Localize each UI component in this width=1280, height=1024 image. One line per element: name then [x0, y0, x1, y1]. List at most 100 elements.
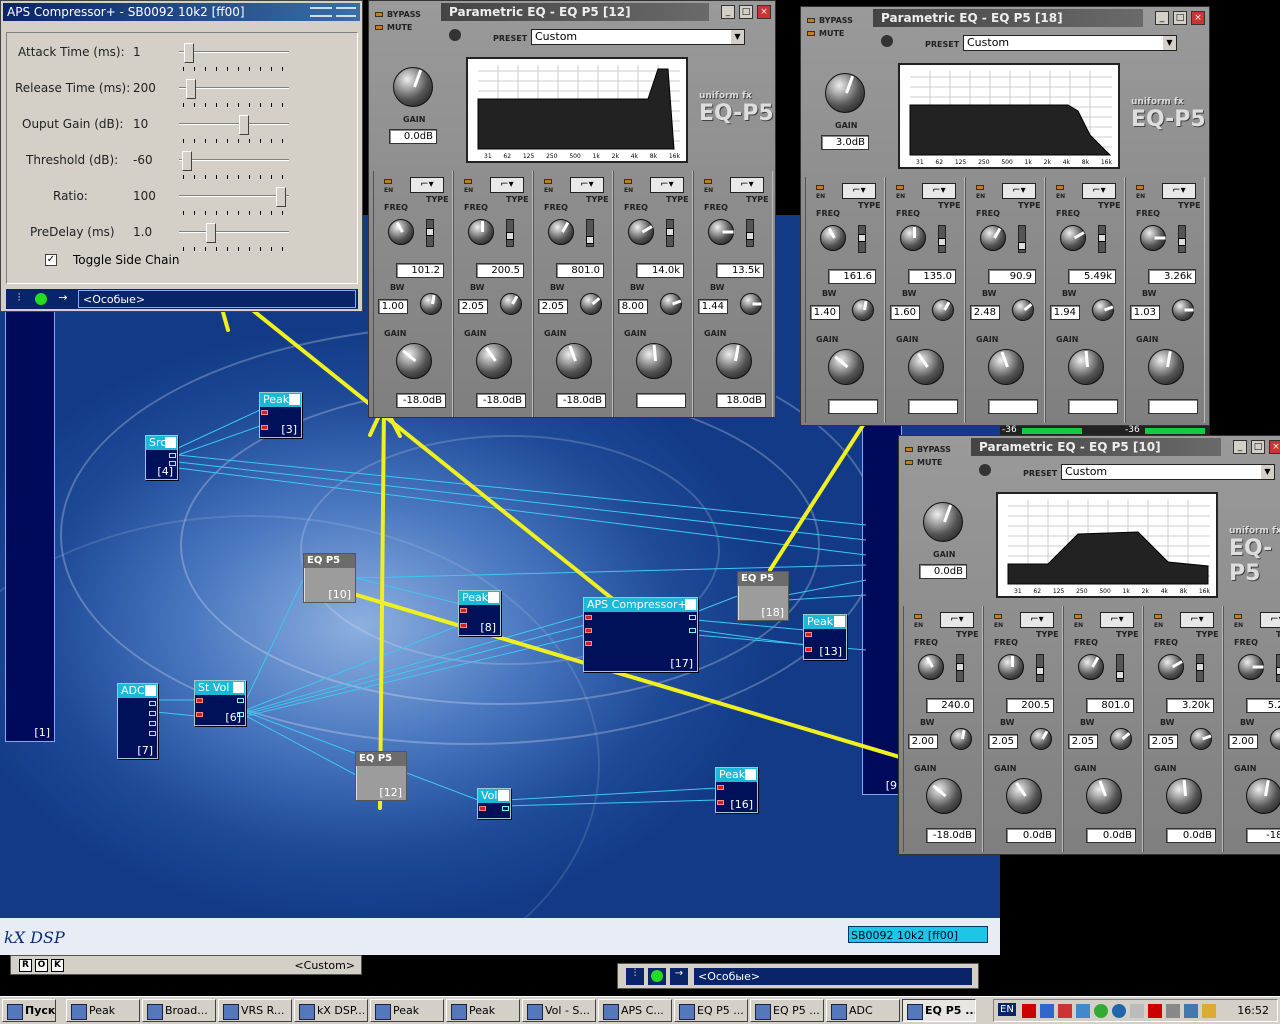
- taskbar-task[interactable]: Peak: [66, 999, 140, 1022]
- filter-type-dropdown[interactable]: ⌐▾: [1260, 612, 1280, 628]
- filter-type-dropdown[interactable]: ⌐▾: [940, 612, 974, 628]
- freq-fine-slider[interactable]: [1018, 225, 1026, 253]
- freq-fine-slider[interactable]: [1178, 225, 1186, 253]
- bw-value[interactable]: 8.00: [618, 299, 648, 314]
- freq-value[interactable]: 161.6: [828, 269, 876, 284]
- band-gain-knob[interactable]: [556, 343, 592, 379]
- band-gain-knob[interactable]: [1148, 349, 1184, 385]
- master-gain-value[interactable]: 0.0dB: [389, 129, 437, 144]
- param-slider-thumb[interactable]: [206, 223, 216, 243]
- master-gain-knob[interactable]: [923, 502, 963, 542]
- taskbar-task[interactable]: APS C...: [598, 999, 672, 1022]
- filter-type-dropdown[interactable]: ⌐▾: [1002, 183, 1036, 199]
- taskbar-task[interactable]: Peak: [446, 999, 520, 1022]
- bw-knob[interactable]: [420, 293, 442, 315]
- o-button[interactable]: O: [35, 959, 48, 972]
- preset-text[interactable]: <Особые>: [694, 968, 972, 985]
- filter-type-dropdown[interactable]: ⌐▾: [922, 183, 956, 199]
- bw-knob[interactable]: [932, 299, 954, 321]
- footer-preset[interactable]: <Custom>: [294, 959, 355, 972]
- freq-knob[interactable]: [1158, 654, 1184, 680]
- arrow-icon[interactable]: →: [54, 291, 72, 307]
- param-slider-thumb[interactable]: [276, 187, 286, 207]
- band-gain-value[interactable]: -18.0dB: [476, 393, 526, 408]
- freq-fine-slider[interactable]: [938, 225, 946, 253]
- band-gain-knob[interactable]: [1086, 778, 1122, 814]
- bw-value[interactable]: 2.00: [1228, 734, 1258, 749]
- en-label[interactable]: EN: [1074, 622, 1083, 629]
- master-gain-value[interactable]: 0.0dB: [919, 564, 967, 579]
- taskbar-task[interactable]: EQ P5 ...: [902, 999, 976, 1022]
- band-gain-value[interactable]: 0.0dB: [1006, 828, 1056, 843]
- freq-value[interactable]: 240.0: [926, 698, 974, 713]
- output-io-module[interactable]: [9: [862, 425, 902, 795]
- k-button[interactable]: K: [51, 959, 64, 972]
- filter-type-dropdown[interactable]: ⌐▾: [730, 177, 764, 193]
- maximize-icon[interactable]: □: [739, 5, 753, 19]
- taskbar-task[interactable]: ADC: [826, 999, 900, 1022]
- minimize-icon[interactable]: _: [1233, 440, 1247, 454]
- module-vol[interactable]: Vol: [477, 788, 511, 819]
- tray-app-icon[interactable]: [1040, 1004, 1054, 1018]
- freq-knob[interactable]: [1060, 225, 1086, 251]
- filter-type-dropdown[interactable]: ⌐▾: [1180, 612, 1214, 628]
- master-gain-knob[interactable]: [393, 67, 433, 107]
- filter-type-dropdown[interactable]: ⌐▾: [570, 177, 604, 193]
- en-label[interactable]: EN: [1136, 193, 1145, 200]
- freq-fine-slider[interactable]: [586, 219, 594, 247]
- band-gain-value[interactable]: [908, 399, 958, 414]
- freq-fine-slider[interactable]: [1116, 654, 1124, 682]
- mute-label[interactable]: MUTE: [917, 458, 942, 467]
- power-icon[interactable]: [881, 35, 893, 47]
- close-icon[interactable]: ×: [757, 5, 771, 19]
- freq-value[interactable]: 135.0: [908, 269, 956, 284]
- module-peak-8[interactable]: Peak [8]: [458, 590, 501, 636]
- bw-value[interactable]: 2.48: [970, 305, 1000, 320]
- bw-knob[interactable]: [1172, 299, 1194, 321]
- preset-dropdown[interactable]: Custom: [531, 29, 745, 45]
- en-label[interactable]: EN: [464, 187, 473, 194]
- band-gain-knob[interactable]: [908, 349, 944, 385]
- module-adc[interactable]: ADC [7]: [117, 683, 158, 759]
- chevron-down-icon[interactable]: ▼: [1261, 465, 1274, 479]
- filter-type-dropdown[interactable]: ⌐▾: [1162, 183, 1196, 199]
- arrow-icon[interactable]: →: [670, 968, 688, 985]
- freq-fine-slider[interactable]: [1098, 225, 1106, 253]
- freq-value[interactable]: 801.0: [1086, 698, 1134, 713]
- minimize-icon[interactable]: _: [721, 5, 735, 19]
- freq-knob[interactable]: [1238, 654, 1264, 680]
- bypass-label[interactable]: BYPASS: [819, 16, 853, 25]
- power-icon[interactable]: [979, 464, 991, 476]
- freq-value[interactable]: 101.2: [396, 263, 444, 278]
- toggle-side-chain[interactable]: ✓ Toggle Side Chain: [45, 253, 245, 269]
- freq-value[interactable]: 3.26k: [1148, 269, 1196, 284]
- en-label[interactable]: EN: [994, 622, 1003, 629]
- filter-type-dropdown[interactable]: ⌐▾: [490, 177, 524, 193]
- band-gain-value[interactable]: -18.0: [1246, 828, 1280, 843]
- band-gain-value[interactable]: 0.0dB: [1166, 828, 1216, 843]
- bw-value[interactable]: 1.44: [698, 299, 728, 314]
- freq-value[interactable]: 5.49k: [1068, 269, 1116, 284]
- param-slider-track[interactable]: [179, 195, 289, 197]
- side-chain-checkbox[interactable]: ✓: [45, 254, 57, 266]
- bw-knob[interactable]: [580, 293, 602, 315]
- taskbar-task[interactable]: EQ P5 ...: [750, 999, 824, 1022]
- module-src[interactable]: Src [4]: [145, 435, 178, 480]
- mute-label[interactable]: MUTE: [387, 23, 412, 32]
- freq-knob[interactable]: [820, 225, 846, 251]
- mute-label[interactable]: MUTE: [819, 29, 844, 38]
- band-gain-value[interactable]: 0.0dB: [1086, 828, 1136, 843]
- bw-value[interactable]: 2.05: [988, 734, 1018, 749]
- bw-knob[interactable]: [660, 293, 682, 315]
- band-gain-knob[interactable]: [828, 349, 864, 385]
- bypass-label[interactable]: BYPASS: [387, 10, 421, 19]
- tray-app-icon[interactable]: [1166, 1004, 1180, 1018]
- freq-value[interactable]: 14.0k: [636, 263, 684, 278]
- maximize-icon[interactable]: □: [1173, 11, 1187, 25]
- en-label[interactable]: EN: [1154, 622, 1163, 629]
- rollup-icon[interactable]: [336, 7, 356, 17]
- band-gain-value[interactable]: [988, 399, 1038, 414]
- freq-value[interactable]: 200.5: [1006, 698, 1054, 713]
- language-indicator[interactable]: EN: [998, 1003, 1016, 1016]
- tray-app-icon[interactable]: [1130, 1004, 1144, 1018]
